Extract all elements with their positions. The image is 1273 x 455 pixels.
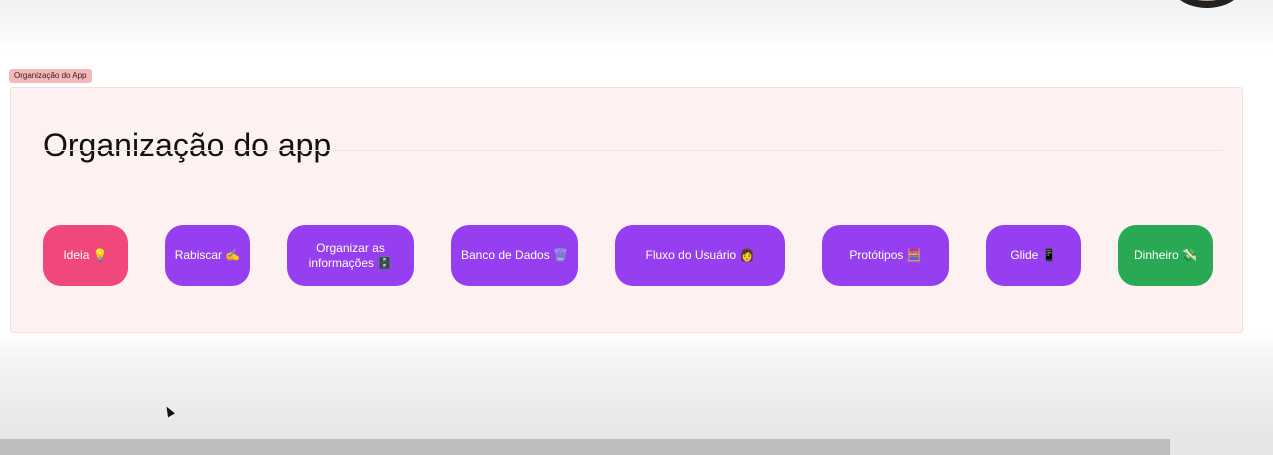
organization-section: Organização do app Ideia 💡 Rabiscar ✍️ O… [10,87,1243,333]
pill-fluxo-do-usuario[interactable]: Fluxo do Usuário 👩 [615,225,785,286]
pill-dinheiro[interactable]: Dinheiro 💸 [1118,225,1213,286]
pill-label: Rabiscar ✍️ [174,248,241,262]
pill-label: Glide 📱 [1010,248,1057,262]
horizontal-scrollbar-thumb[interactable] [0,439,1170,455]
pill-ideia[interactable]: Ideia 💡 [43,225,128,286]
top-fade [0,0,1273,48]
mouse-cursor-icon [163,404,175,418]
pill-label: Fluxo do Usuário 👩 [645,248,755,262]
pill-label: Protótipos 🧮 [849,248,922,262]
pill-label: Dinheiro 💸 [1134,248,1197,262]
section-title: Organização do app [43,127,332,163]
pill-label: Banco de Dados 🗑️ [460,248,568,262]
pill-prototipos[interactable]: Protótipos 🧮 [822,225,949,286]
pill-label: Organizar as informações 🗄️ [308,240,393,270]
pill-banco-de-dados[interactable]: Banco de Dados 🗑️ [451,225,578,286]
title-divider [43,150,1222,151]
pill-organizar-informacoes[interactable]: Organizar as informações 🗄️ [287,225,414,286]
pill-label: Ideia 💡 [63,248,108,262]
pill-rabiscar[interactable]: Rabiscar ✍️ [165,225,250,286]
section-tag[interactable]: Organização do App [9,69,92,83]
pill-glide[interactable]: Glide 📱 [986,225,1081,286]
